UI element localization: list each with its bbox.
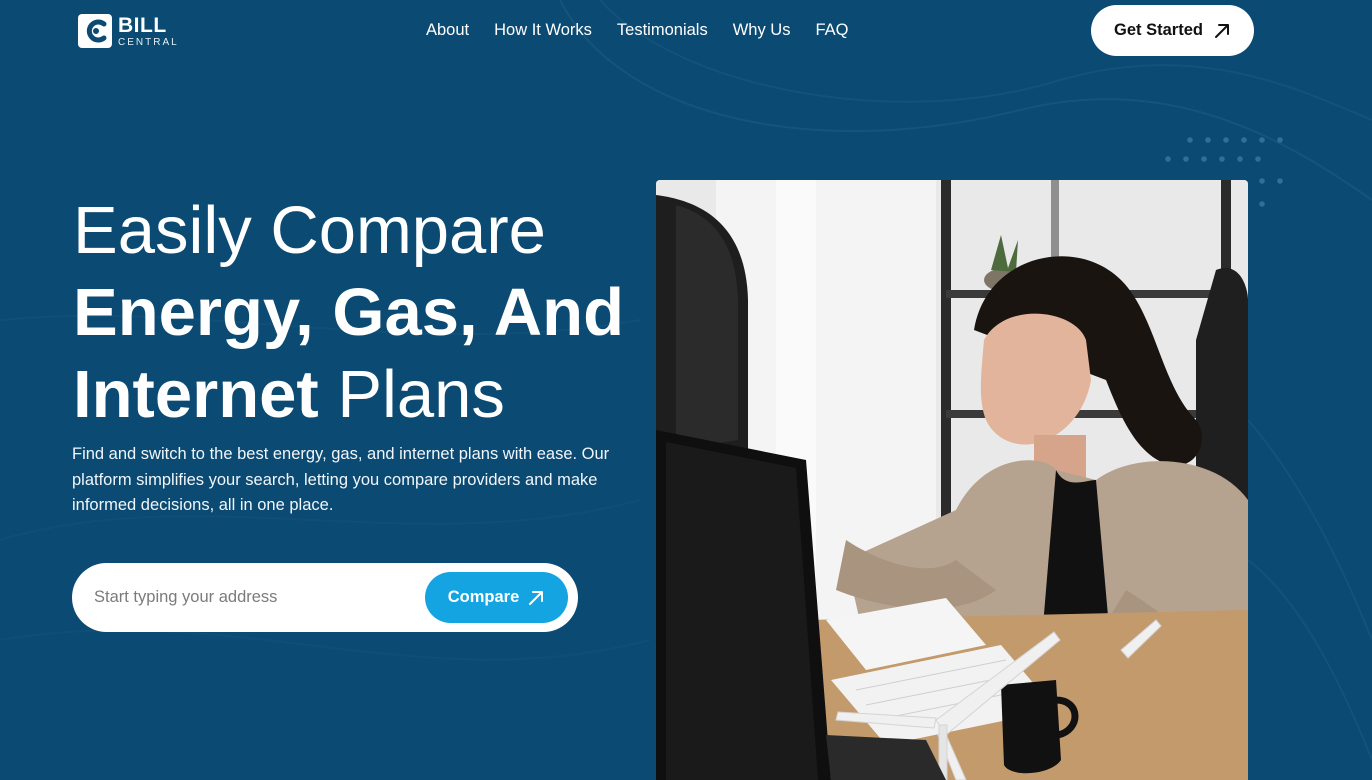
hero-photo-woman-at-computer <box>656 180 1248 780</box>
address-search-input[interactable] <box>94 563 414 632</box>
compare-button[interactable]: Compare <box>425 572 568 623</box>
brand-logo[interactable]: BILL CENTRAL <box>78 10 179 52</box>
nav-item-testimonials[interactable]: Testimonials <box>617 21 708 40</box>
get-started-label: Get Started <box>1114 21 1203 39</box>
brand-name: BILL <box>118 13 167 37</box>
nav-item-how-it-works[interactable]: How It Works <box>494 21 592 40</box>
hero-title-line3-light: Plans <box>337 357 505 432</box>
nav-item-about[interactable]: About <box>426 21 469 40</box>
arrow-up-right-icon <box>1214 23 1229 38</box>
compare-button-label: Compare <box>447 588 520 606</box>
get-started-button[interactable]: Get Started <box>1091 5 1254 56</box>
nav-item-faq[interactable]: FAQ <box>815 21 848 40</box>
hero-title: Easily Compare Energy, Gas, And Internet… <box>73 190 653 436</box>
hero-photo-illustration <box>656 180 1248 780</box>
arrow-up-right-icon <box>529 590 544 605</box>
hero-title-line2: Energy, Gas, And <box>73 275 625 350</box>
address-search-box: Compare <box>72 563 578 632</box>
hero-title-line3-bold: Internet <box>73 357 319 432</box>
nav-item-why-us[interactable]: Why Us <box>733 21 791 40</box>
brand-subname: CENTRAL <box>118 36 179 48</box>
hero-description: Find and switch to the best energy, gas,… <box>72 445 610 514</box>
hero-title-line1: Easily Compare <box>73 193 546 268</box>
main-nav: About How It Works Testimonials Why Us F… <box>426 21 848 40</box>
bill-central-logo-icon <box>78 14 112 48</box>
